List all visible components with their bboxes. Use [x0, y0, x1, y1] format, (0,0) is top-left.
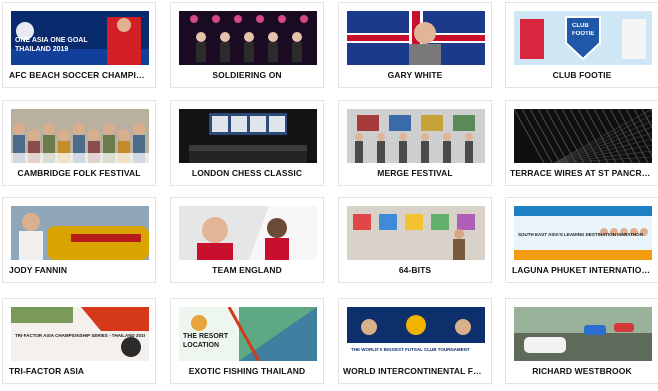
project-title: JODY FANNIN — [9, 265, 68, 275]
art-exhibit-image[interactable] — [347, 206, 485, 260]
project-card[interactable]: GARY WHITE — [338, 2, 492, 88]
athletes-image[interactable] — [179, 206, 317, 260]
portrait-flag-image[interactable] — [347, 11, 485, 65]
project-card[interactable]: SOLDIERING ON — [170, 2, 324, 88]
concert-stage-image[interactable] — [179, 11, 317, 65]
project-card[interactable]: TRI-FACTOR ASIA CHAMPIONSHIP SERIES - TH… — [2, 298, 156, 384]
project-title: CAMBRIDGE FOLK FESTIVAL — [17, 168, 141, 178]
project-card[interactable]: 64-BITS — [338, 197, 492, 283]
project-title: 64-BITS — [398, 265, 432, 275]
project-title: LONDON CHESS CLASSIC — [191, 168, 303, 178]
project-title: EXOTIC FISHING THAILAND — [188, 366, 306, 376]
futsal-banner-image[interactable]: THE WORLD'S BIGGEST FUTSAL CLUB TOURNAME… — [347, 307, 485, 361]
project-card[interactable]: SOUTH EAST ASIA'S LEADING DESTINATION MA… — [505, 197, 658, 283]
project-card[interactable]: MERGE FESTIVAL — [338, 100, 492, 186]
project-card[interactable]: ONE ASIA ONE GOAL THAILAND 2019 AFC BEACH … — [2, 2, 156, 88]
project-card[interactable]: CLUB FOOTIE CLUB FOOTIE — [505, 2, 658, 88]
project-title: MERGE FESTIVAL — [377, 168, 453, 178]
gallery-visitors-image[interactable] — [347, 109, 485, 163]
project-card[interactable]: THE RESORT LOCATION EXOTIC FISHING THAILAN… — [170, 298, 324, 384]
festival-crowd-image[interactable] — [11, 109, 149, 163]
fishing-banner-image[interactable]: THE RESORT LOCATION — [179, 307, 317, 361]
project-title: LAGUNA PHUKET INTERNATIONAL MARATHON — [512, 265, 654, 275]
race-cars-image[interactable] — [514, 307, 652, 361]
project-card[interactable]: CAMBRIDGE FOLK FESTIVAL — [2, 100, 156, 186]
project-title: TEAM ENGLAND — [212, 265, 282, 275]
project-card[interactable]: LONDON CHESS CLASSIC — [170, 100, 324, 186]
wire-sculpture-image[interactable] — [514, 109, 652, 163]
triathlon-banner-image[interactable]: TRI-FACTOR ASIA CHAMPIONSHIP SERIES - TH… — [11, 307, 149, 361]
project-card[interactable]: TERRACE WIRES AT ST PANCRAS INTERNATIONA… — [505, 100, 658, 186]
project-title: TERRACE WIRES AT ST PANCRAS INTERNATIONA… — [510, 168, 654, 178]
project-title: CLUB FOOTIE — [552, 70, 612, 80]
project-card[interactable]: THE WORLD'S BIGGEST FUTSAL CLUB TOURNAME… — [338, 298, 492, 384]
racing-driver-image[interactable] — [11, 206, 149, 260]
soccer-banner-image[interactable]: ONE ASIA ONE GOAL THAILAND 2019 — [11, 11, 149, 65]
project-grid: ONE ASIA ONE GOAL THAILAND 2019 AFC BEACH … — [0, 0, 658, 391]
project-title: WORLD INTERCONTINENTAL FUTSAL CLUB CUP — [343, 366, 487, 376]
chess-stage-image[interactable] — [179, 109, 317, 163]
project-title: SOLDIERING ON — [212, 70, 282, 80]
marathon-banner-image[interactable]: SOUTH EAST ASIA'S LEADING DESTINATION MA… — [514, 206, 652, 260]
project-card[interactable]: RICHARD WESTBROOK — [505, 298, 658, 384]
project-card[interactable]: TEAM ENGLAND — [170, 197, 324, 283]
project-title: AFC BEACH SOCCER CHAMPIONSHIPS — [9, 70, 151, 80]
project-title: RICHARD WESTBROOK — [532, 366, 632, 376]
project-title: TRI-FACTOR ASIA — [9, 366, 85, 376]
project-card[interactable]: JODY FANNIN — [2, 197, 156, 283]
football-badge-image[interactable]: CLUB FOOTIE — [514, 11, 652, 65]
project-title: GARY WHITE — [387, 70, 443, 80]
